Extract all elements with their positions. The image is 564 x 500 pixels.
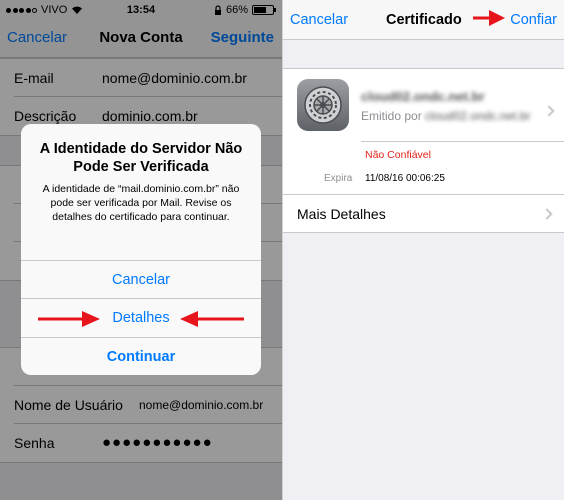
new-account-screen: VIVO 13:54 66% Cancelar Nova Conta Segui… <box>0 0 282 500</box>
certificate-issuer: Emitido por cloud02.ondc.net.br <box>361 109 530 123</box>
more-details-label: Mais Detalhes <box>297 206 386 222</box>
expires-label: Expira <box>324 173 353 184</box>
red-arrow-icon <box>180 311 244 327</box>
server-identity-alert: A Identidade do Servidor Não Pode Ser Ve… <box>21 124 261 375</box>
alert-title: A Identidade do Servidor Não Pode Ser Ve… <box>39 141 243 175</box>
page-title: Certificado <box>386 12 462 28</box>
trust-status: Não Confiável <box>365 149 431 161</box>
issuer-prefix: Emitido por <box>361 109 422 123</box>
certificate-screen: Cancelar Certificado Confiar cloud02.ond… <box>282 0 564 500</box>
red-arrow-icon <box>473 10 505 26</box>
navigation-bar: Cancelar Certificado Confiar <box>283 0 564 40</box>
cancel-button[interactable]: Cancelar <box>290 12 348 28</box>
expires-value: 11/08/16 00:06:25 <box>365 173 445 184</box>
chevron-right-icon <box>543 105 555 117</box>
red-arrow-icon <box>38 311 100 327</box>
trust-button[interactable]: Confiar <box>510 12 557 28</box>
alert-continue-button[interactable]: Continuar <box>21 337 261 375</box>
certificate-summary[interactable]: cloud02.ondc.net.br Emitido por cloud02.… <box>283 68 564 198</box>
alert-message: A identidade de “mail.dominio.com.br” nã… <box>42 183 240 223</box>
divider <box>361 141 564 142</box>
settings-gear-icon <box>297 79 349 131</box>
alert-cancel-button[interactable]: Cancelar <box>21 260 261 298</box>
chevron-right-icon <box>541 208 553 220</box>
issuer-name: cloud02.ondc.net.br <box>425 109 531 123</box>
certificate-name: cloud02.ondc.net.br <box>361 89 485 104</box>
more-details-row[interactable]: Mais Detalhes <box>283 194 564 233</box>
